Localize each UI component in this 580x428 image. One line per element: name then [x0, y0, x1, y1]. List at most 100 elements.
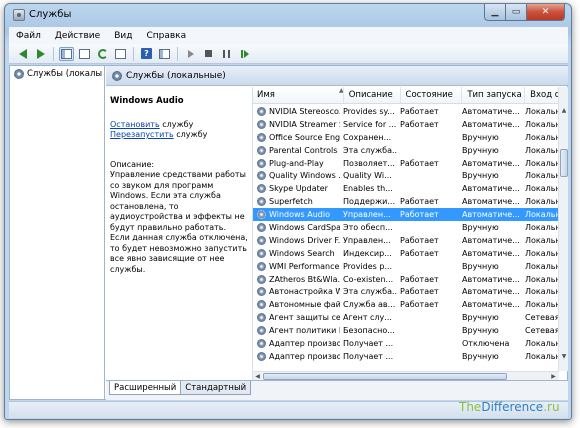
properties-button[interactable]: [77, 47, 92, 61]
scroll-left-icon[interactable]: ◀: [253, 372, 262, 380]
service-startup-type-cell: Автоматиче...: [462, 210, 520, 220]
service-name-cell: NVIDIA Streamer S...: [253, 119, 340, 129]
service-logon-cell: Локальн: [525, 132, 559, 142]
service-description-cell: Безопасно...: [343, 326, 395, 336]
service-gear-icon: [257, 235, 266, 245]
table-row[interactable]: Office Source Engi...Сохранен... Вручную Л…: [253, 131, 559, 144]
toolbar-separator: [177, 46, 178, 61]
vertical-scrollbar[interactable]: ▲ ▼: [558, 87, 568, 371]
restart-icon: [240, 49, 249, 58]
horizontal-scroll-thumb[interactable]: [263, 373, 507, 380]
horizontal-scrollbar[interactable]: ◀ ▶: [253, 371, 559, 380]
service-name-cell: Адаптер произво...: [253, 338, 340, 348]
table-row[interactable]: Parental Controls Эта служба... Вручную Лок…: [253, 144, 559, 157]
service-logon-cell: Сетевая с: [525, 326, 559, 336]
service-startup-type-cell: Вручную: [462, 132, 499, 142]
start-service-button[interactable]: [183, 47, 198, 61]
back-button[interactable]: [15, 47, 30, 61]
service-startup-type-cell: Автоматиче...: [462, 184, 520, 194]
table-row[interactable]: Superfetch Поддержи... Работает Автоматиче.…: [253, 195, 559, 208]
table-row[interactable]: Windows Driver F... Управлен... Работает Ав…: [253, 234, 559, 247]
restart-service-line: Перезапустить службу: [110, 130, 208, 139]
table-row[interactable]: Автонастройка W...Эта служба...Работает А…: [253, 285, 559, 298]
export-list-button[interactable]: [113, 47, 128, 61]
help-button[interactable]: ?: [139, 47, 154, 61]
stop-service-link[interactable]: Остановить: [110, 120, 160, 129]
service-description-cell: Получает ...: [343, 351, 394, 361]
table-row[interactable]: NVIDIA Streamer S...Service for ...Работ…: [253, 118, 559, 131]
service-description-cell: Provides p...: [343, 261, 393, 271]
console-tree-icon: [61, 48, 72, 59]
table-row[interactable]: Plug-and-Play Позволяет... Работает Автомат…: [253, 157, 559, 170]
forward-button[interactable]: [33, 47, 48, 61]
service-startup-type-cell: Автоматиче...: [462, 197, 520, 207]
service-startup-type-cell: Вручную: [462, 351, 499, 361]
service-startup-type-cell: Отключена: [462, 338, 510, 348]
tree-item-services-local[interactable]: Службы (локалы: [14, 69, 104, 79]
table-row[interactable]: Windows Search Индексир... Работает Автомат…: [253, 247, 559, 260]
service-description-cell: Позволяет...: [343, 158, 395, 168]
service-name-cell: Plug-and-Play: [253, 158, 340, 168]
scroll-up-icon[interactable]: ▲: [559, 105, 568, 115]
pause-service-button[interactable]: [219, 47, 234, 61]
show-hide-tree-button[interactable]: [59, 46, 74, 61]
column-header-status[interactable]: Состояние: [401, 87, 463, 103]
gear-icon: [14, 69, 24, 79]
service-startup-type-cell: Вручную: [462, 222, 499, 232]
services-rows: NVIDIA Stereosco... Provides sy... Работае…: [253, 105, 559, 371]
scroll-down-icon[interactable]: ▼: [559, 351, 568, 361]
menu-action[interactable]: Действие: [48, 31, 107, 41]
table-row[interactable]: Адаптер произво...Получает ... Отключена Л…: [253, 337, 559, 350]
tab-standard[interactable]: Стандартный: [181, 381, 252, 395]
service-description-cell: Агент слу...: [343, 313, 392, 323]
table-row[interactable]: Адаптер произво...Получает ... Вручную Лок…: [253, 350, 559, 363]
service-logon-cell: Сетевая с: [525, 313, 559, 323]
service-description-cell: Сохранен...: [343, 132, 392, 142]
table-row[interactable]: Агент защиты сет...Агент слу... Вручную Се…: [253, 311, 559, 324]
service-name-cell: Агент защиты сет...: [253, 313, 340, 323]
title-bar[interactable]: Службы ▁ ▭ ✕: [5, 4, 571, 26]
service-startup-type-cell: Автоматиче...: [462, 235, 520, 245]
table-row[interactable]: Windows CardSpa...Это обесп... Вручную Лок…: [253, 221, 559, 234]
table-row[interactable]: Агент политики I...Безопасно... Вручную Се…: [253, 324, 559, 337]
table-row[interactable]: Quality Windows ... Quality Wi... Вручную Л…: [253, 169, 559, 182]
service-description-cell: Индексир...: [343, 248, 392, 258]
table-row[interactable]: WMI Performance... Provides p... Вручную Ло…: [253, 260, 559, 273]
description-label: Описание:: [110, 159, 155, 169]
tab-extended[interactable]: Расширенный: [109, 381, 182, 395]
scroll-right-icon[interactable]: ▶: [549, 372, 558, 380]
restart-service-link[interactable]: Перезапустить: [110, 130, 174, 139]
table-row[interactable]: Windows Audio Управлен... Работает Автомати…: [253, 208, 559, 222]
restart-service-button[interactable]: [237, 47, 252, 61]
stop-service-button[interactable]: [201, 47, 216, 61]
service-gear-icon: [257, 106, 266, 116]
maximize-button[interactable]: ▭: [506, 4, 527, 21]
service-gear-icon: [257, 274, 266, 284]
service-startup-type-cell: Вручную: [462, 171, 499, 181]
column-header-description[interactable]: Описание: [344, 87, 401, 103]
menu-help[interactable]: Справка: [139, 31, 193, 41]
close-button[interactable]: ✕: [527, 4, 565, 21]
service-name-cell: Автонастройка W...: [253, 287, 340, 297]
table-row[interactable]: NVIDIA Stereosco... Provides sy... Работае…: [253, 105, 559, 118]
column-header-startup-type[interactable]: Тип запуска: [462, 87, 526, 103]
service-startup-type-cell: Вручную: [462, 261, 499, 271]
service-startup-type-cell: Вручную: [462, 145, 499, 155]
column-header-name[interactable]: Имя ▲: [253, 87, 344, 103]
service-startup-type-cell: Автоматиче...: [462, 248, 520, 258]
table-row[interactable]: Автономные фай...Служба ав... Работает Авт…: [253, 298, 559, 311]
view-button[interactable]: [157, 47, 172, 61]
menu-view[interactable]: Вид: [107, 31, 139, 41]
play-icon: [187, 49, 194, 58]
service-name-cell: Windows Search: [253, 248, 340, 258]
table-row[interactable]: Skype Updater Enables th... Автоматиче... Л…: [253, 182, 559, 195]
service-name-cell: Агент политики I...: [253, 326, 340, 336]
refresh-button[interactable]: [95, 47, 110, 61]
minimize-button[interactable]: ▁: [484, 4, 506, 21]
menu-file[interactable]: Файл: [9, 31, 48, 41]
table-row[interactable]: ZAtheros Bt&Wla... Co-existen... Работает А…: [253, 273, 559, 286]
refresh-icon: [97, 48, 108, 59]
vertical-scroll-thumb[interactable]: [560, 149, 568, 177]
service-logon-cell: Локальн: [525, 235, 559, 245]
service-status-cell: Работает: [400, 197, 439, 207]
